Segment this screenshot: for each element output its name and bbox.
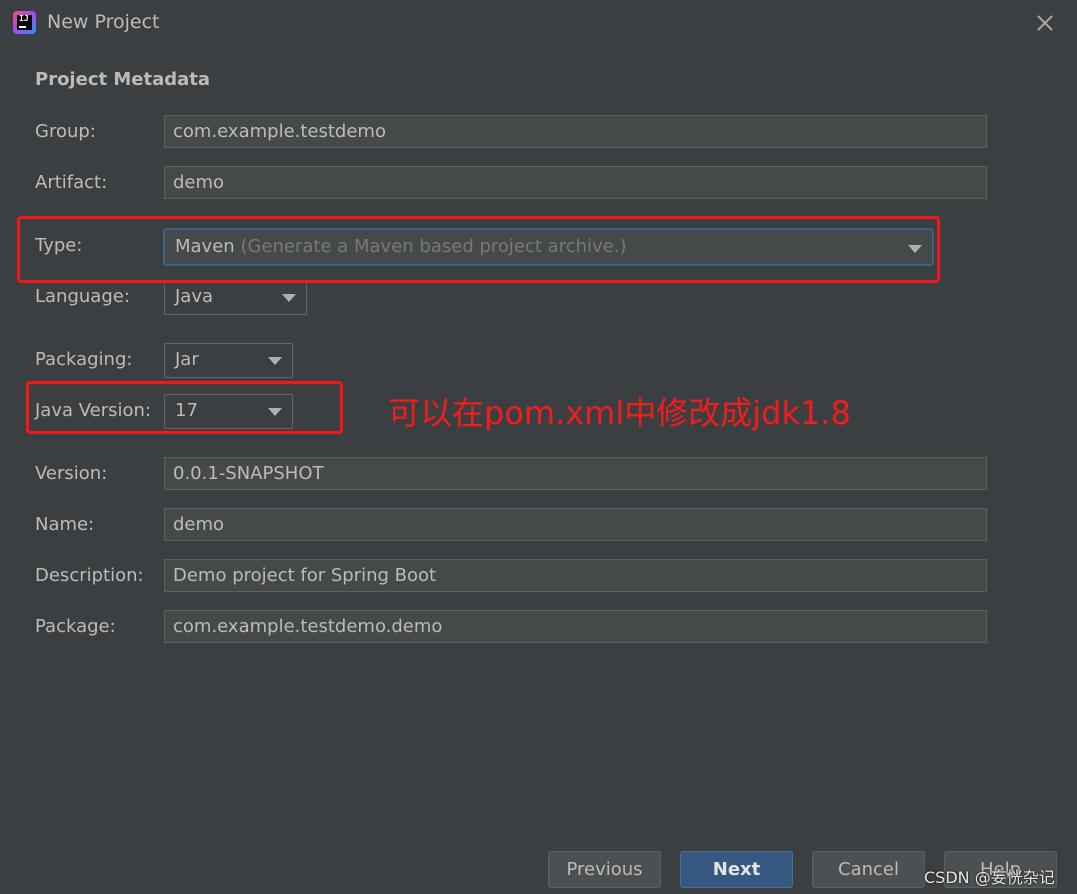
cancel-button[interactable]: Cancel xyxy=(812,851,925,888)
name-label: Name: xyxy=(35,514,95,535)
title-bar: IJ New Project xyxy=(0,0,1077,46)
packaging-select[interactable]: Jar xyxy=(164,343,293,378)
chevron-down-icon xyxy=(282,294,296,302)
language-label: Language: xyxy=(35,286,130,307)
watermark: CSDN @妄恍杂记 xyxy=(924,868,1055,887)
type-highlight-box xyxy=(17,216,940,283)
group-label: Group: xyxy=(35,121,96,142)
next-button[interactable]: Next xyxy=(680,851,793,888)
artifact-field[interactable]: demo xyxy=(164,166,987,199)
intellij-idea-icon: IJ xyxy=(13,11,36,34)
artifact-label: Artifact: xyxy=(35,172,108,193)
package-label: Package: xyxy=(35,616,116,637)
section-title: Project Metadata xyxy=(35,69,211,90)
description-label: Description: xyxy=(35,565,144,586)
name-field[interactable]: demo xyxy=(164,508,987,541)
description-field[interactable]: Demo project for Spring Boot xyxy=(164,559,987,592)
java-version-highlight-box xyxy=(26,381,343,434)
version-field[interactable]: 0.0.1-SNAPSHOT xyxy=(164,457,987,490)
chevron-down-icon xyxy=(268,357,282,365)
language-select[interactable]: Java xyxy=(164,280,307,315)
group-field[interactable]: com.example.testdemo xyxy=(164,115,987,148)
window-title: New Project xyxy=(47,11,160,33)
package-field[interactable]: com.example.testdemo.demo xyxy=(164,610,987,643)
packaging-label: Packaging: xyxy=(35,349,133,370)
close-icon[interactable] xyxy=(1030,8,1060,38)
annotation-text: 可以在pom.xml中修改成jdk1.8 xyxy=(388,394,851,432)
previous-button[interactable]: Previous xyxy=(548,851,661,888)
version-label: Version: xyxy=(35,463,108,484)
language-value: Java xyxy=(175,286,214,307)
packaging-value: Jar xyxy=(175,349,199,370)
